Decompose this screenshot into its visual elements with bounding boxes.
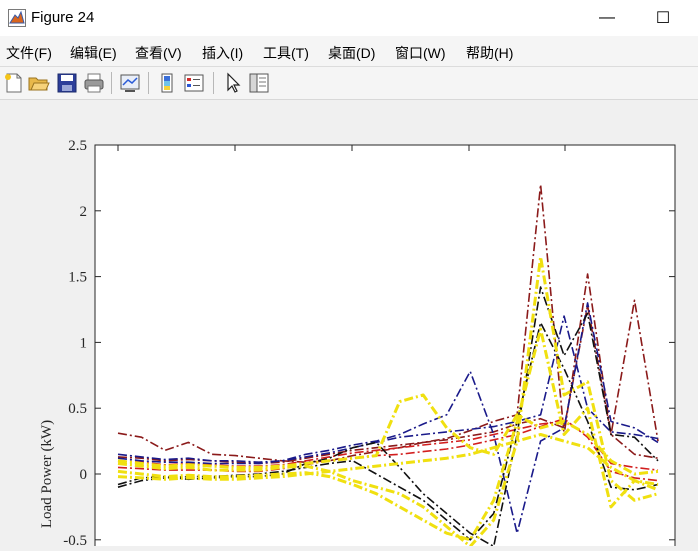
load-power-chart[interactable]: 2.5 2 1.5 1 0.5 0 -0.5 Load Power (kW) xyxy=(0,100,698,551)
maximize-button[interactable]: ☐ xyxy=(640,4,686,32)
menu-desktop[interactable]: 桌面(D) xyxy=(328,43,375,63)
menu-edit[interactable]: 编辑(E) xyxy=(70,43,117,63)
window-title-bar: Figure 24 — ☐ xyxy=(0,0,698,36)
property-inspector-icon[interactable] xyxy=(247,71,271,95)
plot-area xyxy=(94,144,676,551)
maximize-icon: ☐ xyxy=(655,10,671,27)
colorbar-icon[interactable] xyxy=(155,71,179,95)
link-plot-icon[interactable] xyxy=(118,71,142,95)
new-figure-icon[interactable] xyxy=(2,71,26,95)
y-tick-label: 0.5 xyxy=(68,401,87,417)
minimize-button[interactable]: — xyxy=(584,4,630,32)
menu-file[interactable]: 文件(F) xyxy=(6,43,52,63)
y-tick-label: 2.5 xyxy=(68,138,87,154)
y-tick-label: 1.5 xyxy=(68,270,87,286)
menu-bar: 文件(F) 编辑(E) 查看(V) 插入(I) 工具(T) 桌面(D) 窗口(W… xyxy=(0,36,698,67)
y-axis-label: Load Power (kW) xyxy=(39,420,55,528)
y-tick-label: 0 xyxy=(80,467,88,483)
menu-tools[interactable]: 工具(T) xyxy=(263,43,309,63)
menu-help[interactable]: 帮助(H) xyxy=(466,43,513,63)
edit-plot-arrow-icon[interactable] xyxy=(221,71,245,95)
print-icon[interactable] xyxy=(82,71,106,95)
menu-window[interactable]: 窗口(W) xyxy=(395,43,446,63)
y-tick-label: -0.5 xyxy=(63,533,87,546)
matlab-logo-icon xyxy=(8,9,26,27)
figure-canvas: 2.5 2 1.5 1 0.5 0 -0.5 Load Power (kW) xyxy=(0,100,698,551)
save-icon[interactable] xyxy=(55,71,79,95)
figure-toolbar xyxy=(0,67,698,100)
toolbar-separator xyxy=(148,72,149,94)
toolbar-separator xyxy=(213,72,214,94)
window-title: Figure 24 xyxy=(31,9,95,26)
open-file-icon[interactable] xyxy=(27,71,51,95)
y-tick-label: 2 xyxy=(80,204,88,220)
minimize-icon: — xyxy=(599,9,615,26)
toolbar-separator xyxy=(111,72,112,94)
y-tick-label: 1 xyxy=(80,335,88,351)
menu-view[interactable]: 查看(V) xyxy=(135,43,182,63)
legend-icon[interactable] xyxy=(182,71,206,95)
menu-insert[interactable]: 插入(I) xyxy=(202,43,243,63)
